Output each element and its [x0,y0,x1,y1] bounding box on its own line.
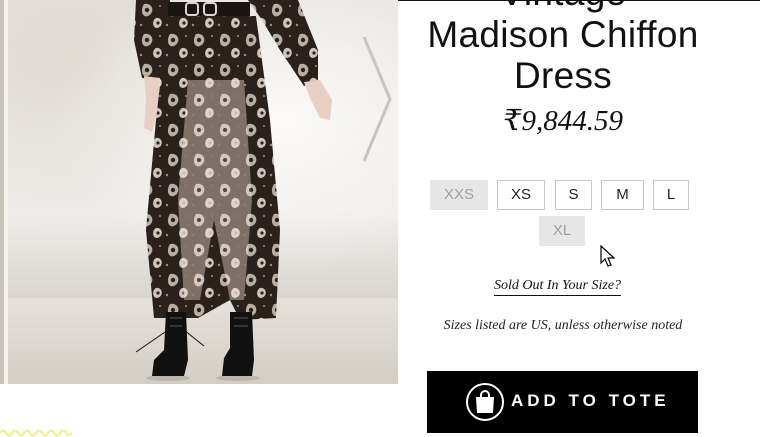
decorative-squiggle [0,429,72,437]
product-price: ₹9,844.59 [503,105,623,137]
size-option-m[interactable]: M [601,180,644,210]
product-image [8,0,398,384]
size-option-xs[interactable]: XS [497,180,545,210]
sizes-note: Sizes listed are US, unless otherwise no… [443,318,683,333]
size-option-s[interactable]: S [555,180,592,210]
model-in-dress [134,0,332,381]
size-option-l[interactable]: L [653,180,689,210]
product-title-line: Madison Chiffon [427,14,699,55]
chevron-right-icon[interactable] [360,35,396,165]
shopping-bag-icon [476,390,494,413]
size-option-xl[interactable]: XL [539,216,585,246]
add-to-tote-button[interactable]: ADD TO TOTE [427,371,698,433]
product-title-line: Dress [513,55,613,96]
add-to-tote-label: ADD TO TOTE [511,391,670,410]
product-title-line: Vintage [398,0,728,13]
mouse-pointer-icon [600,245,616,267]
size-option-xxs[interactable]: XXS [430,180,488,210]
sold-out-in-size-link[interactable]: Sold Out In Your Size? [494,278,622,296]
